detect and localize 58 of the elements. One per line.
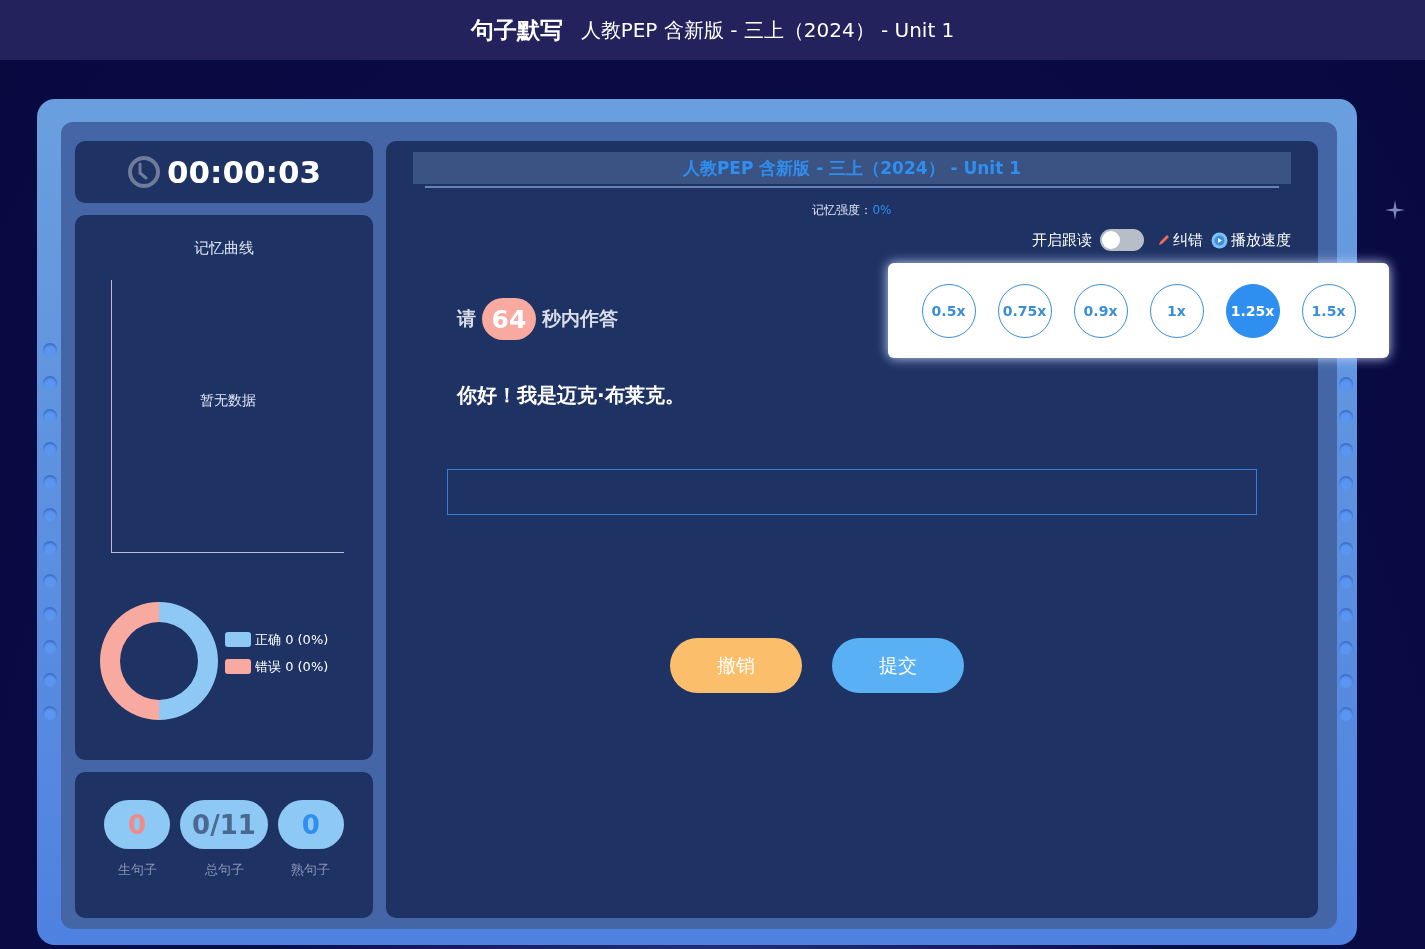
rivet-dot bbox=[43, 376, 57, 390]
speed-option[interactable]: 1.5x bbox=[1301, 283, 1356, 338]
follow-read-toggle[interactable] bbox=[1100, 229, 1144, 251]
speed-option[interactable]: 1x bbox=[1149, 283, 1204, 338]
speed-option[interactable]: 1.25x bbox=[1225, 283, 1280, 338]
answer-field[interactable] bbox=[447, 469, 1257, 515]
count-label: 总句子 bbox=[204, 861, 244, 879]
count-pill: 0/11 bbox=[180, 800, 268, 849]
rivet-dot bbox=[1339, 707, 1353, 721]
seconds-badge: 64 bbox=[482, 298, 536, 340]
speed-option[interactable]: 0.9x bbox=[1073, 283, 1128, 338]
rivet-dot bbox=[43, 508, 57, 522]
rivet-dot bbox=[43, 475, 57, 489]
lesson-title: 人教PEP 含新版 - 三上（2024） - Unit 1 bbox=[413, 152, 1291, 186]
count-pill: 0 bbox=[104, 800, 171, 849]
count-pill: 0 bbox=[277, 800, 344, 849]
rivet-dot bbox=[1339, 674, 1353, 688]
legend-label: 正确 0 (0%) bbox=[255, 630, 329, 649]
rivet-dot bbox=[43, 409, 57, 423]
rivet-dot bbox=[1339, 542, 1353, 556]
rivet-dot bbox=[43, 541, 57, 555]
elapsed-time: 00:00:03 bbox=[166, 154, 322, 190]
pencil-icon bbox=[1158, 234, 1170, 246]
correct-button[interactable]: 纠错 bbox=[1158, 230, 1203, 250]
speed-option[interactable]: 0.75x bbox=[997, 283, 1052, 338]
rivet-dot bbox=[1339, 476, 1353, 490]
count-label: 熟句子 bbox=[291, 861, 331, 879]
rivet-dot bbox=[1339, 641, 1353, 655]
rivet-dot bbox=[43, 706, 57, 720]
empty-message: 暂无数据 bbox=[200, 392, 256, 410]
speed-icon bbox=[1211, 231, 1228, 249]
legend-label: 错误 0 (0%) bbox=[255, 657, 329, 676]
star-icon bbox=[1385, 200, 1405, 220]
rivet-dot bbox=[43, 343, 57, 357]
speed-button[interactable]: 播放速度 bbox=[1211, 230, 1291, 250]
rivet-dot bbox=[1339, 410, 1353, 424]
follow-read-label: 开启跟读 bbox=[1032, 230, 1092, 250]
sentence-text: 你好！我是迈克·布莱克。 bbox=[457, 382, 686, 409]
rivet-dot bbox=[43, 442, 57, 456]
rivet-dot bbox=[1339, 608, 1353, 622]
clock-icon bbox=[126, 155, 161, 189]
rivet-dot bbox=[43, 673, 57, 687]
page-title: 句子默写 bbox=[470, 15, 563, 45]
page-subtitle: 人教PEP 含新版 - 三上（2024） - Unit 1 bbox=[580, 16, 955, 44]
count-label: 生句子 bbox=[117, 861, 157, 879]
memory-strength: 记忆强度：0% bbox=[811, 202, 893, 219]
prompt-text: 秒内作答 bbox=[542, 306, 618, 331]
rivet-dot bbox=[1339, 443, 1353, 457]
submit-button[interactable]: 提交 bbox=[832, 638, 964, 693]
rivet-dot bbox=[43, 574, 57, 588]
rivet-dot bbox=[1339, 509, 1353, 523]
rivet-dot bbox=[43, 607, 57, 621]
rivet-dot bbox=[1339, 377, 1353, 391]
rivet-dot bbox=[1339, 575, 1353, 589]
rivet-dot bbox=[43, 640, 57, 654]
speed-option[interactable]: 0.5x bbox=[921, 283, 976, 338]
chart-title: 记忆曲线 bbox=[194, 239, 254, 258]
prompt-text: 请 bbox=[457, 306, 476, 331]
